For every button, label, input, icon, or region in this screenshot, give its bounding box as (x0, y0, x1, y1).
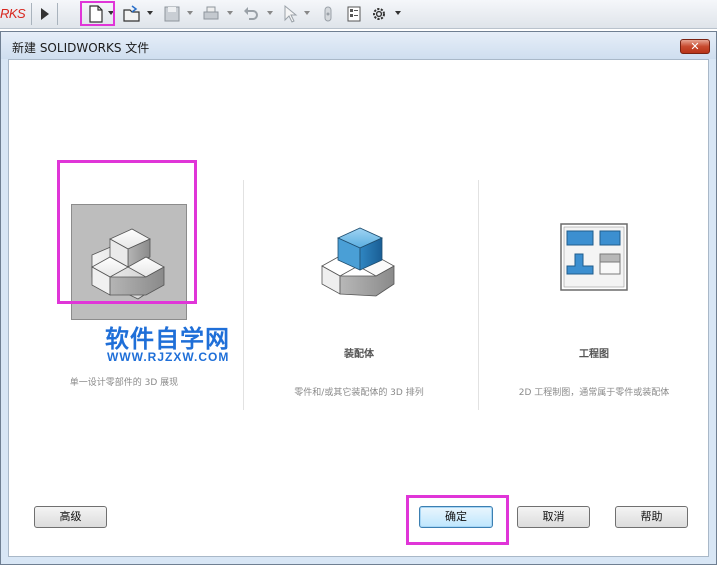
main-toolbar: RKS (0, 0, 717, 29)
cancel-button[interactable]: 取消 (517, 506, 590, 528)
template-label-assembly: 装配体 (344, 349, 374, 360)
file-properties-icon[interactable] (344, 4, 364, 24)
print-icon[interactable] (201, 4, 221, 24)
part-selection-highlight (57, 160, 197, 304)
open-dropdown-icon[interactable] (146, 9, 154, 17)
select-dropdown-icon[interactable] (303, 9, 311, 17)
toolbar-separator (31, 3, 32, 25)
close-button[interactable]: ✕ (680, 39, 710, 54)
watermark-url: WWW.RJZXW.COM (107, 350, 230, 364)
open-folder-icon[interactable] (122, 4, 142, 24)
save-icon[interactable] (162, 4, 182, 24)
options-dropdown-icon[interactable] (394, 9, 402, 17)
save-dropdown-icon[interactable] (186, 9, 194, 17)
template-desc-drawing: 2D 工程制图，通常属于零件或装配体 (518, 388, 670, 398)
assembly-thumbnail[interactable] (302, 204, 416, 318)
select-cursor-icon[interactable] (280, 4, 300, 24)
options-gear-icon[interactable] (369, 4, 389, 24)
template-desc-assembly: 零件和/或其它装配体的 3D 排列 (294, 388, 424, 398)
template-divider (478, 180, 479, 410)
brand-logo: RKS (0, 6, 26, 21)
drawing-thumbnail[interactable] (537, 204, 651, 318)
ok-button-highlight (406, 495, 509, 545)
dialog-title: 新建 SOLIDWORKS 文件 (12, 41, 150, 55)
undo-icon[interactable] (241, 4, 261, 24)
drawing-icon (560, 223, 628, 291)
advanced-button[interactable]: 高级 (34, 506, 107, 528)
watermark-title: 软件自学网 (105, 325, 230, 353)
toolbar-separator (57, 3, 58, 25)
print-dropdown-icon[interactable] (226, 9, 234, 17)
template-divider (243, 180, 244, 410)
undo-dropdown-icon[interactable] (266, 9, 274, 17)
new-file-dialog: 新建 SOLIDWORKS 文件 ✕ 单一设计零部件的 3D 展现 装配体 零件… (0, 31, 717, 565)
help-button[interactable]: 帮助 (615, 506, 688, 528)
dialog-content: 单一设计零部件的 3D 展现 装配体 零件和/或其它装配体的 3D 排列 工程图… (8, 59, 709, 557)
play-arrow-icon[interactable] (35, 4, 55, 24)
dialog-titlebar[interactable]: 新建 SOLIDWORKS 文件 ✕ (1, 32, 716, 59)
new-button-highlight (80, 1, 115, 26)
template-desc-part: 单一设计零部件的 3D 展现 (69, 378, 179, 388)
template-label-drawing: 工程图 (579, 349, 609, 360)
rebuild-icon[interactable] (318, 4, 338, 24)
assembly-icon (321, 227, 395, 297)
